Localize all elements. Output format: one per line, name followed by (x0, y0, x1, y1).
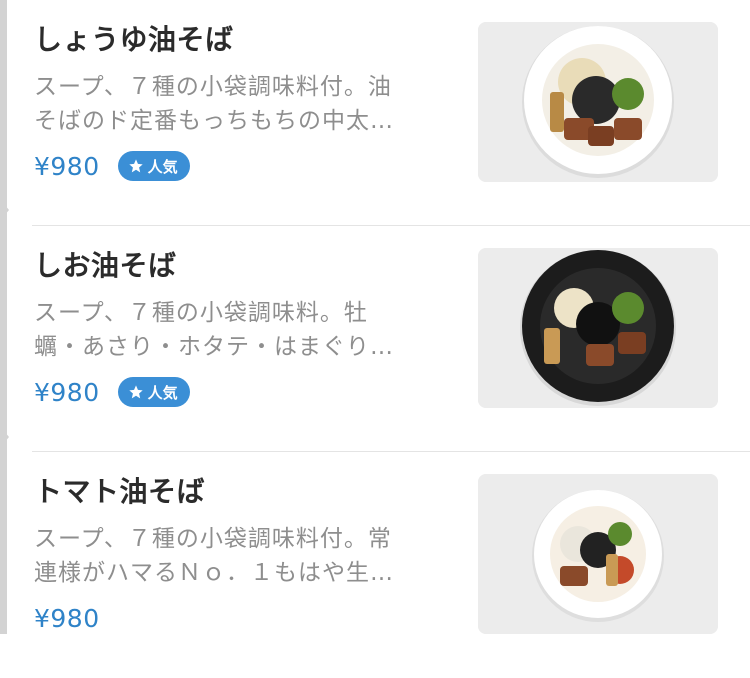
description-line: 蠣・あさり・ホタテ・はまぐり… (34, 334, 394, 360)
price-row: ¥980 人気 (34, 376, 190, 408)
star-icon (128, 159, 143, 173)
description-line: スープ、７種の小袋調味料付。常 (34, 526, 392, 552)
rail-notch (4, 431, 9, 443)
item-title: しょうゆ油そば (34, 23, 234, 56)
item-title: トマト油そば (34, 475, 206, 508)
popular-badge: 人気 (117, 377, 190, 407)
left-rail (0, 0, 7, 634)
badge-label: 人気 (147, 383, 178, 402)
item-price: ¥980 (34, 603, 100, 633)
price-row: ¥980 (34, 602, 100, 634)
item-photo (478, 474, 718, 634)
price-row: ¥980 人気 (34, 150, 190, 182)
star-icon (128, 385, 143, 399)
item-photo (478, 248, 718, 408)
item-price: ¥980 (34, 377, 100, 407)
badge-label: 人気 (147, 157, 178, 176)
item-description: スープ、７種の小袋調味料付。油 そばのド定番もっちもちの中太… (34, 70, 434, 138)
item-photo (478, 22, 718, 182)
item-title: しお油そば (34, 249, 177, 282)
description-line: 連様がハマるＮｏ．１もはや生… (34, 560, 394, 586)
item-description: スープ、７種の小袋調味料付。常 連様がハマるＮｏ．１もはや生… (34, 522, 434, 590)
item-price: ¥980 (34, 151, 100, 181)
menu-item-tomato-abura-soba[interactable]: トマト油そば スープ、７種の小袋調味料付。常 連様がハマるＮｏ．１もはや生… ¥… (32, 452, 750, 678)
menu-item-shio-abura-soba[interactable]: しお油そば スープ、７種の小袋調味料。牡 蠣・あさり・ホタテ・はまぐり… ¥98… (32, 226, 750, 452)
rail-notch (4, 204, 9, 216)
description-line: そばのド定番もっちもちの中太… (34, 108, 394, 134)
description-line: スープ、７種の小袋調味料。牡 (34, 300, 368, 326)
popular-badge: 人気 (117, 151, 190, 181)
menu-item-shoyu-abura-soba[interactable]: しょうゆ油そば スープ、７種の小袋調味料付。油 そばのド定番もっちもちの中太… … (32, 0, 750, 226)
item-description: スープ、７種の小袋調味料。牡 蠣・あさり・ホタテ・はまぐり… (34, 296, 434, 364)
description-line: スープ、７種の小袋調味料付。油 (34, 74, 392, 100)
